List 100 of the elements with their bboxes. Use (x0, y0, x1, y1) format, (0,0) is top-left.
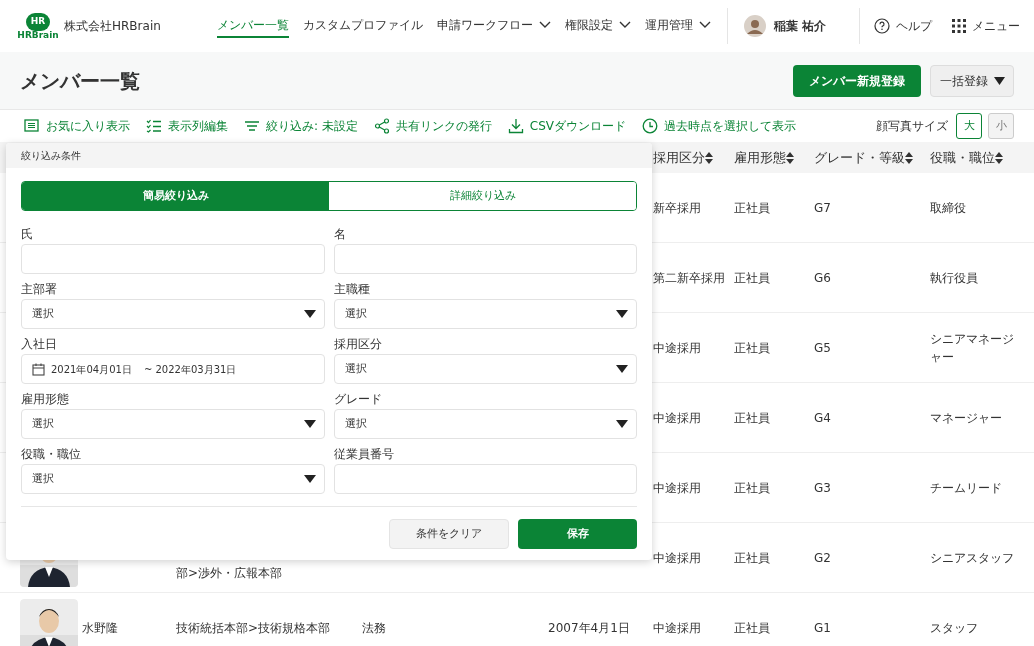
table-cell-text: G4 (814, 410, 832, 427)
field-label: 雇用形態 (21, 390, 70, 408)
help-icon[interactable] (874, 18, 890, 34)
table-cell-text: マネージャー (930, 410, 1003, 427)
table-cell-text: 技術統括本部>技術規格本部 (176, 620, 332, 637)
field-label: 主部署 (21, 280, 58, 298)
toolbar-action[interactable]: 絞り込み: 未設定 (244, 117, 358, 135)
table-cell-text: G2 (814, 550, 832, 567)
toolbar-action[interactable]: 共有リンクの発行 (373, 117, 492, 135)
user-name[interactable]: 稲葉 祐介 (774, 17, 827, 35)
select-field[interactable]: 選択 (21, 299, 325, 329)
sort-icon (905, 150, 913, 165)
toolbar-action[interactable]: お気に入り表示 (24, 117, 130, 135)
toolbar-action[interactable]: CSVダウンロード (507, 117, 627, 135)
table-cell-text: シニアスタッフ (930, 550, 1015, 567)
photo-size-toggle[interactable]: 大 (956, 113, 982, 139)
sort-icon (705, 150, 713, 165)
user-avatar[interactable] (744, 15, 767, 37)
list-icon (24, 118, 40, 134)
text-input[interactable] (333, 244, 637, 274)
table-cell-text: 中途採用 (653, 550, 702, 567)
select-field[interactable]: 選択 (333, 354, 637, 384)
save-button[interactable]: 保存 (518, 519, 637, 549)
table-cell-text: G3 (814, 480, 832, 497)
text-input[interactable] (21, 244, 325, 274)
table-cell-text: G7 (814, 200, 832, 217)
field-label: 主職種 (333, 280, 371, 298)
checklist-icon (146, 118, 162, 134)
table-cell-text: 法務 (362, 620, 387, 637)
nav-link[interactable]: カスタムプロファイル (303, 14, 424, 38)
column-header[interactable]: 採用区分 (653, 147, 734, 168)
select-field[interactable]: 選択 (333, 409, 637, 439)
toolbar-action[interactable]: 表示列編集 (146, 117, 228, 135)
select-field[interactable]: 選択 (21, 409, 325, 439)
chevron-down-icon (699, 21, 712, 29)
table-cell-text: シニアマネージャー (930, 331, 1015, 366)
table-cell-text: 中途採用 (653, 340, 702, 357)
table-cell-text: 中途採用 (653, 620, 702, 637)
column-header[interactable]: グレード・等級 (814, 147, 930, 168)
chevron-down-icon (539, 21, 552, 29)
table-cell-text: 正社員 (734, 270, 771, 287)
select-field[interactable]: 選択 (21, 464, 325, 494)
caret-icon (303, 310, 316, 318)
table-cell-text: 部>渉外・広報本部 (176, 566, 284, 582)
clock-icon (642, 118, 659, 134)
download-icon (507, 118, 524, 134)
table-cell-text: 正社員 (734, 340, 771, 357)
table-cell-text: スタッフ (930, 620, 979, 637)
calendar-icon (32, 362, 45, 376)
new-member-button[interactable]: メンバー新規登録 (793, 64, 921, 97)
text-input[interactable] (333, 464, 637, 494)
filter-tab[interactable]: 簡易絞り込み (22, 182, 329, 210)
grid-menu-icon[interactable] (952, 19, 966, 33)
table-cell-text: 正社員 (734, 620, 771, 637)
table-cell-text: 水野隆 (82, 620, 119, 637)
caret-icon (993, 76, 1005, 85)
help-link[interactable]: ヘルプ (896, 17, 932, 35)
nav-link[interactable]: 運用管理 (645, 14, 712, 38)
photo-size-toggle[interactable]: 小 (988, 113, 1014, 139)
date-range-field[interactable]: 2021年04月01日 ~ 2022年03月31日 (21, 354, 325, 384)
field-label: 採用区分 (333, 335, 383, 353)
nav-link[interactable]: 申請ワークフロー (437, 14, 552, 38)
field-label: 従業員番号 (333, 445, 395, 463)
caret-icon (303, 420, 316, 428)
chevron-down-icon (619, 21, 632, 29)
table-cell-text: 正社員 (734, 410, 771, 427)
select-field[interactable]: 選択 (333, 299, 637, 329)
caret-icon (616, 310, 628, 318)
column-header[interactable]: 雇用形態 (734, 147, 814, 168)
caret-icon (616, 420, 628, 428)
caret-icon (616, 365, 628, 373)
menu-link[interactable]: メニュー (972, 17, 1020, 35)
table-cell-text: 執行役員 (930, 270, 979, 287)
field-label: 役職・職位 (21, 445, 82, 463)
page-title: メンバー一覧 (20, 67, 140, 95)
share-icon (373, 118, 390, 134)
nav-link[interactable]: メンバー一覧 (217, 14, 290, 38)
table-cell-text: 中途採用 (653, 410, 702, 427)
column-header[interactable]: 役職・職位 (930, 147, 1034, 168)
company-name: 株式会社HRBrain (64, 18, 161, 35)
table-cell-text: チームリード (930, 480, 1003, 497)
table-cell-text: G1 (814, 620, 832, 637)
photo-size-label: 顔写真サイズ (876, 118, 948, 135)
bulk-register-button[interactable]: 一括登録 (930, 64, 1014, 97)
panel-title: 絞り込み条件 (21, 149, 81, 163)
table-cell-text: G6 (814, 270, 832, 287)
nav-link[interactable]: 権限設定 (565, 14, 632, 38)
table-cell-text: 正社員 (734, 480, 771, 497)
field-label: グレード (333, 390, 383, 408)
table-cell-text: 新卒採用 (653, 200, 702, 217)
clear-conditions-button[interactable]: 条件をクリア (389, 519, 509, 549)
toolbar-action[interactable]: 過去時点を選択して表示 (642, 117, 797, 135)
table-cell-text: 中途採用 (653, 480, 702, 497)
table-cell-text: 第二新卒採用 (653, 270, 726, 287)
table-cell-text: G5 (814, 340, 832, 357)
caret-icon (303, 475, 316, 483)
table-cell-text: 正社員 (734, 200, 771, 217)
sort-icon (786, 150, 794, 165)
table-cell-text: 正社員 (734, 550, 771, 567)
field-label: 氏 (21, 225, 34, 243)
